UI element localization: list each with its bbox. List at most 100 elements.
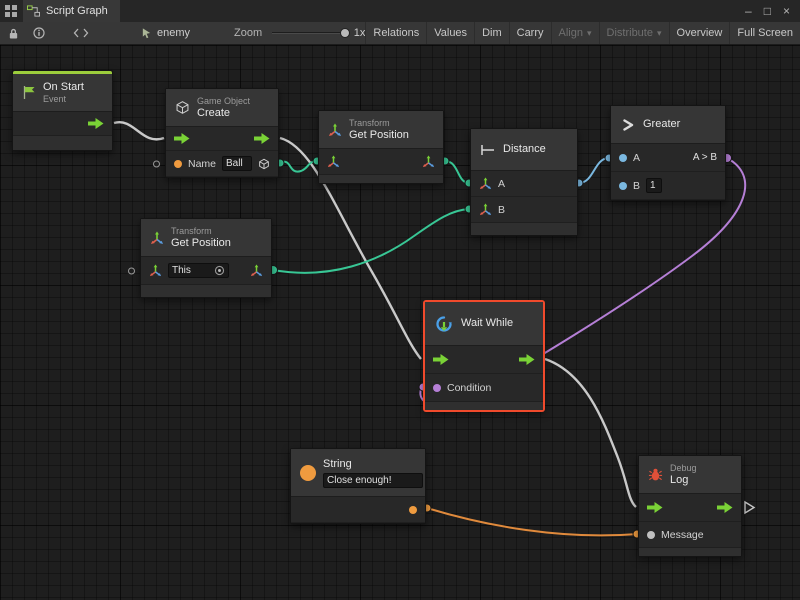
flow-in-port[interactable]: [647, 502, 663, 513]
node-title: String: [323, 458, 423, 471]
transform-icon: [328, 123, 342, 137]
target-object-field[interactable]: [168, 263, 229, 278]
full-screen-button[interactable]: Full Screen: [729, 22, 800, 44]
flow-out-port[interactable]: [519, 354, 535, 365]
game-object-cube-icon: [175, 100, 190, 115]
transform-port-row: [141, 257, 271, 285]
bool-type-icon[interactable]: [433, 384, 441, 392]
node-footer: [319, 175, 443, 183]
align-dropdown[interactable]: Align: [551, 22, 599, 44]
info-icon[interactable]: [33, 27, 45, 39]
node-category: Game Object: [197, 96, 250, 107]
node-footer: [13, 136, 112, 150]
minimize-button[interactable]: –: [745, 0, 752, 22]
b-value-field[interactable]: [646, 178, 662, 193]
lock-icon[interactable]: [8, 27, 19, 40]
float-type-icon[interactable]: [619, 154, 627, 162]
a-port-label: A: [633, 152, 640, 164]
zoom-value: 1x: [354, 27, 366, 39]
graph-owner-label: enemy: [157, 27, 190, 39]
node-header: Wait While: [425, 302, 543, 346]
node-greater[interactable]: Greater A A > B B: [610, 105, 726, 201]
node-header: Debug Log: [639, 456, 741, 494]
node-debug-log[interactable]: Debug Log Message: [638, 455, 742, 557]
flow-out-port[interactable]: [254, 133, 270, 144]
overview-button[interactable]: Overview: [669, 22, 730, 44]
node-title: Get Position: [349, 129, 409, 142]
string-type-icon: [300, 465, 316, 481]
condition-port-label: Condition: [447, 382, 491, 394]
carry-button[interactable]: Carry: [509, 22, 551, 44]
close-button[interactable]: ×: [783, 0, 790, 22]
graph-toolbar: enemy Zoom 1x Relations Values Dim Carry…: [0, 22, 800, 45]
output-row: [291, 497, 425, 523]
node-category: Transform: [349, 118, 409, 129]
message-type-icon[interactable]: [647, 531, 655, 539]
object-picker-icon[interactable]: [214, 265, 225, 276]
transform-in-type-icon[interactable]: [327, 155, 340, 168]
a-port-row: A A > B: [611, 144, 725, 172]
window-controls: – □ ×: [745, 0, 800, 22]
values-button[interactable]: Values: [426, 22, 474, 44]
flow-out-port[interactable]: [717, 502, 733, 513]
transform-input-port[interactable]: [128, 267, 135, 274]
target-object-input[interactable]: [172, 264, 212, 277]
float-type-icon[interactable]: [619, 182, 627, 190]
dim-button[interactable]: Dim: [474, 22, 509, 44]
node-category: Transform: [171, 226, 231, 237]
condition-port-row: Condition: [425, 374, 543, 402]
flow-in-port[interactable]: [174, 133, 190, 144]
node-header: Distance: [471, 129, 577, 171]
flow-in-port[interactable]: [433, 354, 449, 365]
zoom-slider-track: [272, 32, 342, 34]
tab-script-graph[interactable]: Script Graph: [23, 0, 120, 22]
node-footer: [639, 548, 741, 556]
node-title: Distance: [503, 143, 546, 156]
node-string-literal[interactable]: String: [290, 448, 426, 524]
zoom-slider[interactable]: [272, 27, 342, 39]
node-get-position-this[interactable]: Transform Get Position: [140, 218, 272, 298]
graph-owner[interactable]: enemy: [141, 27, 190, 39]
vector-type-icon[interactable]: [479, 177, 492, 190]
node-header: Transform Get Position: [141, 219, 271, 257]
node-footer: [141, 285, 271, 297]
b-port-label: B: [498, 204, 505, 216]
flow-row: [425, 346, 543, 374]
a-port-row: A: [471, 171, 577, 197]
zoom-label: Zoom: [234, 27, 262, 39]
tab-title: Script Graph: [46, 5, 108, 17]
node-on-start-event[interactable]: On Start Event: [12, 70, 113, 151]
node-header: Greater: [611, 106, 725, 144]
toolbar-buttons: Relations Values Dim Carry Align Distrib…: [365, 22, 800, 44]
node-category: Debug: [670, 463, 697, 474]
relations-button[interactable]: Relations: [365, 22, 426, 44]
transform-icon: [150, 231, 164, 245]
node-game-object-create[interactable]: Game Object Create Name: [165, 88, 279, 178]
bug-icon: [648, 467, 663, 482]
position-out-type-icon[interactable]: [422, 155, 435, 168]
graph-asset-icon: [141, 27, 152, 39]
position-out-type-icon[interactable]: [250, 264, 263, 277]
name-value-field[interactable]: [222, 156, 252, 171]
flow-out-port[interactable]: [88, 118, 104, 129]
window-menu-icon[interactable]: [5, 5, 17, 17]
zoom-slider-handle[interactable]: [340, 28, 350, 38]
b-port-row: B: [471, 197, 577, 223]
distance-icon: [480, 143, 496, 157]
result-port-label: A > B: [693, 152, 717, 163]
flag-icon: [22, 85, 36, 100]
string-out-port[interactable]: [409, 506, 417, 514]
flow-row: [639, 494, 741, 522]
node-distance[interactable]: Distance A B: [470, 128, 578, 236]
string-value-field[interactable]: [323, 473, 423, 488]
node-get-position-ball[interactable]: Transform Get Position: [318, 110, 444, 184]
name-input-port[interactable]: [153, 160, 160, 167]
vector-type-icon[interactable]: [479, 203, 492, 216]
maximize-button[interactable]: □: [764, 0, 771, 22]
node-wait-while[interactable]: Wait While Condition: [424, 301, 544, 411]
distribute-dropdown[interactable]: Distribute: [599, 22, 669, 44]
transform-in-type-icon[interactable]: [149, 264, 162, 277]
title-bar: Script Graph – □ ×: [0, 0, 800, 22]
string-type-icon: [174, 160, 182, 168]
code-view-icon[interactable]: [73, 28, 89, 38]
